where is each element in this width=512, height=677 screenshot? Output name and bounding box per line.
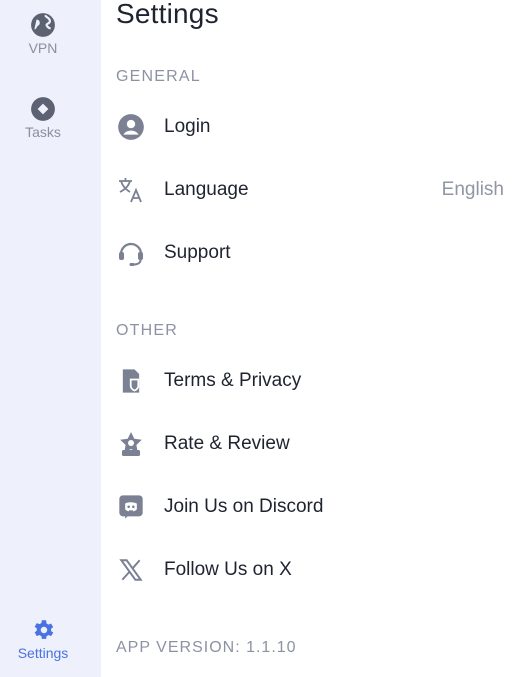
- sidebar-item-label: Tasks: [25, 124, 61, 140]
- login-row[interactable]: Login: [116, 105, 512, 149]
- translate-icon: [116, 175, 146, 205]
- settings-panel: Settings GENERAL Login Language English: [101, 0, 512, 677]
- x-row[interactable]: Follow Us on X: [116, 548, 512, 592]
- x-label: Follow Us on X: [164, 559, 292, 580]
- sidebar-item-settings[interactable]: Settings: [0, 617, 86, 661]
- support-row[interactable]: Support: [116, 231, 512, 275]
- globe-icon: [31, 13, 55, 37]
- headset-icon: [116, 238, 146, 268]
- language-value: English: [441, 179, 504, 200]
- rate-row[interactable]: Rate & Review: [116, 422, 512, 466]
- section-header-general: GENERAL: [116, 68, 201, 85]
- gear-icon: [34, 620, 54, 639]
- document-shield-icon: [116, 366, 146, 396]
- star-badge-icon: [116, 429, 146, 459]
- terms-label: Terms & Privacy: [164, 370, 302, 391]
- terms-row[interactable]: Terms & Privacy: [116, 359, 512, 403]
- discord-label: Join Us on Discord: [164, 496, 324, 517]
- sidebar-item-label: VPN: [28, 40, 58, 56]
- login-label: Login: [164, 116, 211, 137]
- sidebar: VPN Tasks Settings: [0, 0, 101, 677]
- rate-label: Rate & Review: [164, 433, 290, 454]
- sidebar-item-tasks[interactable]: Tasks: [0, 96, 86, 140]
- user-icon: [116, 112, 146, 142]
- section-header-other: OTHER: [116, 322, 178, 339]
- support-label: Support: [164, 242, 231, 263]
- sidebar-item-label: Settings: [17, 645, 69, 661]
- language-row[interactable]: Language English: [116, 168, 512, 212]
- sidebar-item-vpn[interactable]: VPN: [0, 12, 86, 56]
- x-logo-icon: [116, 555, 146, 585]
- discord-row[interactable]: Join Us on Discord: [116, 485, 512, 529]
- discord-icon: [116, 492, 146, 522]
- tasks-icon: [31, 97, 55, 121]
- language-label: Language: [164, 179, 249, 200]
- app-version: APP VERSION: 1.1.10: [116, 639, 297, 656]
- page-title: Settings: [116, 0, 219, 29]
